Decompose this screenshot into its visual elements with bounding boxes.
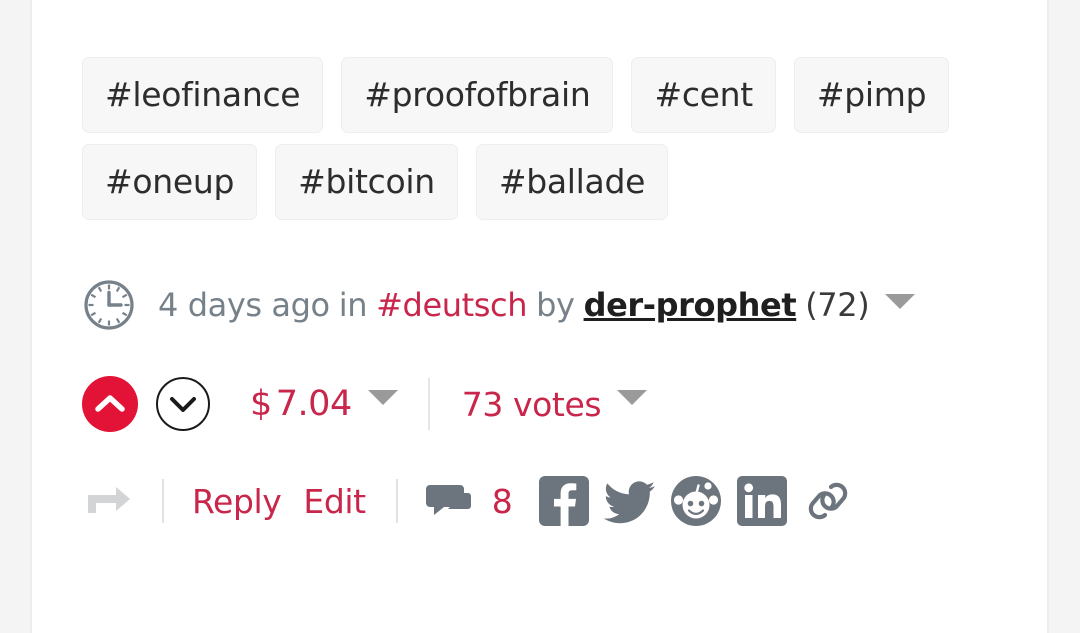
upvote-button[interactable]: [82, 376, 138, 432]
post-meta: 4 days ago in #deutsch by der-prophet (7…: [82, 272, 916, 338]
social-share-group: [537, 474, 855, 528]
action-divider-1: [162, 479, 164, 523]
payout-value[interactable]: $7.04: [250, 384, 352, 424]
votes-chevron-down-icon[interactable]: [617, 389, 648, 405]
author-reputation: (72): [805, 286, 870, 324]
comment-icon[interactable]: [425, 479, 476, 523]
reddit-icon[interactable]: [669, 474, 723, 528]
tag-bitcoin[interactable]: #bitcoin: [275, 144, 458, 220]
linkedin-icon[interactable]: [735, 474, 789, 528]
link-icon[interactable]: [801, 474, 855, 528]
vote-row: $7.04 73 votes: [82, 374, 648, 434]
meta-by-word: by: [536, 286, 575, 324]
comment-count: 8: [491, 481, 513, 521]
page-background: #leofinance #proofofbrain #cent #pimp #o…: [0, 0, 1080, 633]
tag-oneup[interactable]: #oneup: [82, 144, 258, 220]
facebook-icon[interactable]: [537, 474, 591, 528]
reply-button[interactable]: Reply: [192, 482, 282, 521]
meta-in-word: in: [338, 286, 368, 324]
author-link[interactable]: der-prophet: [584, 286, 797, 324]
payout-chevron-down-icon[interactable]: [367, 389, 398, 405]
twitter-icon[interactable]: [603, 474, 657, 528]
votes-count-label[interactable]: 73 votes: [462, 385, 602, 424]
tag-leofinance[interactable]: #leofinance: [82, 57, 324, 133]
payout-currency: $: [250, 384, 272, 424]
payout-amount: 7.04: [275, 384, 352, 424]
post-meta-text: 4 days ago in #deutsch by der-prophet (7…: [158, 286, 916, 324]
post-card: #leofinance #proofofbrain #cent #pimp #o…: [30, 0, 1049, 633]
tag-pimp[interactable]: #pimp: [793, 57, 950, 133]
post-timestamp: 4 days ago: [158, 286, 330, 324]
author-chevron-down-icon[interactable]: [885, 294, 916, 309]
post-card-content: #leofinance #proofofbrain #cent #pimp #o…: [82, 0, 1047, 633]
action-row: Reply Edit 8: [82, 470, 855, 532]
tag-list: #leofinance #proofofbrain #cent #pimp #o…: [82, 57, 982, 220]
clock-icon: [82, 278, 136, 332]
vote-divider: [427, 378, 430, 430]
edit-button[interactable]: Edit: [303, 482, 366, 521]
downvote-button[interactable]: [156, 377, 210, 431]
reshare-icon[interactable]: [82, 479, 134, 523]
tag-proofofbrain[interactable]: #proofofbrain: [341, 57, 614, 133]
community-link[interactable]: #deutsch: [376, 286, 527, 324]
action-divider-2: [395, 479, 398, 523]
tag-ballade[interactable]: #ballade: [475, 144, 669, 220]
tag-cent[interactable]: #cent: [631, 57, 776, 133]
